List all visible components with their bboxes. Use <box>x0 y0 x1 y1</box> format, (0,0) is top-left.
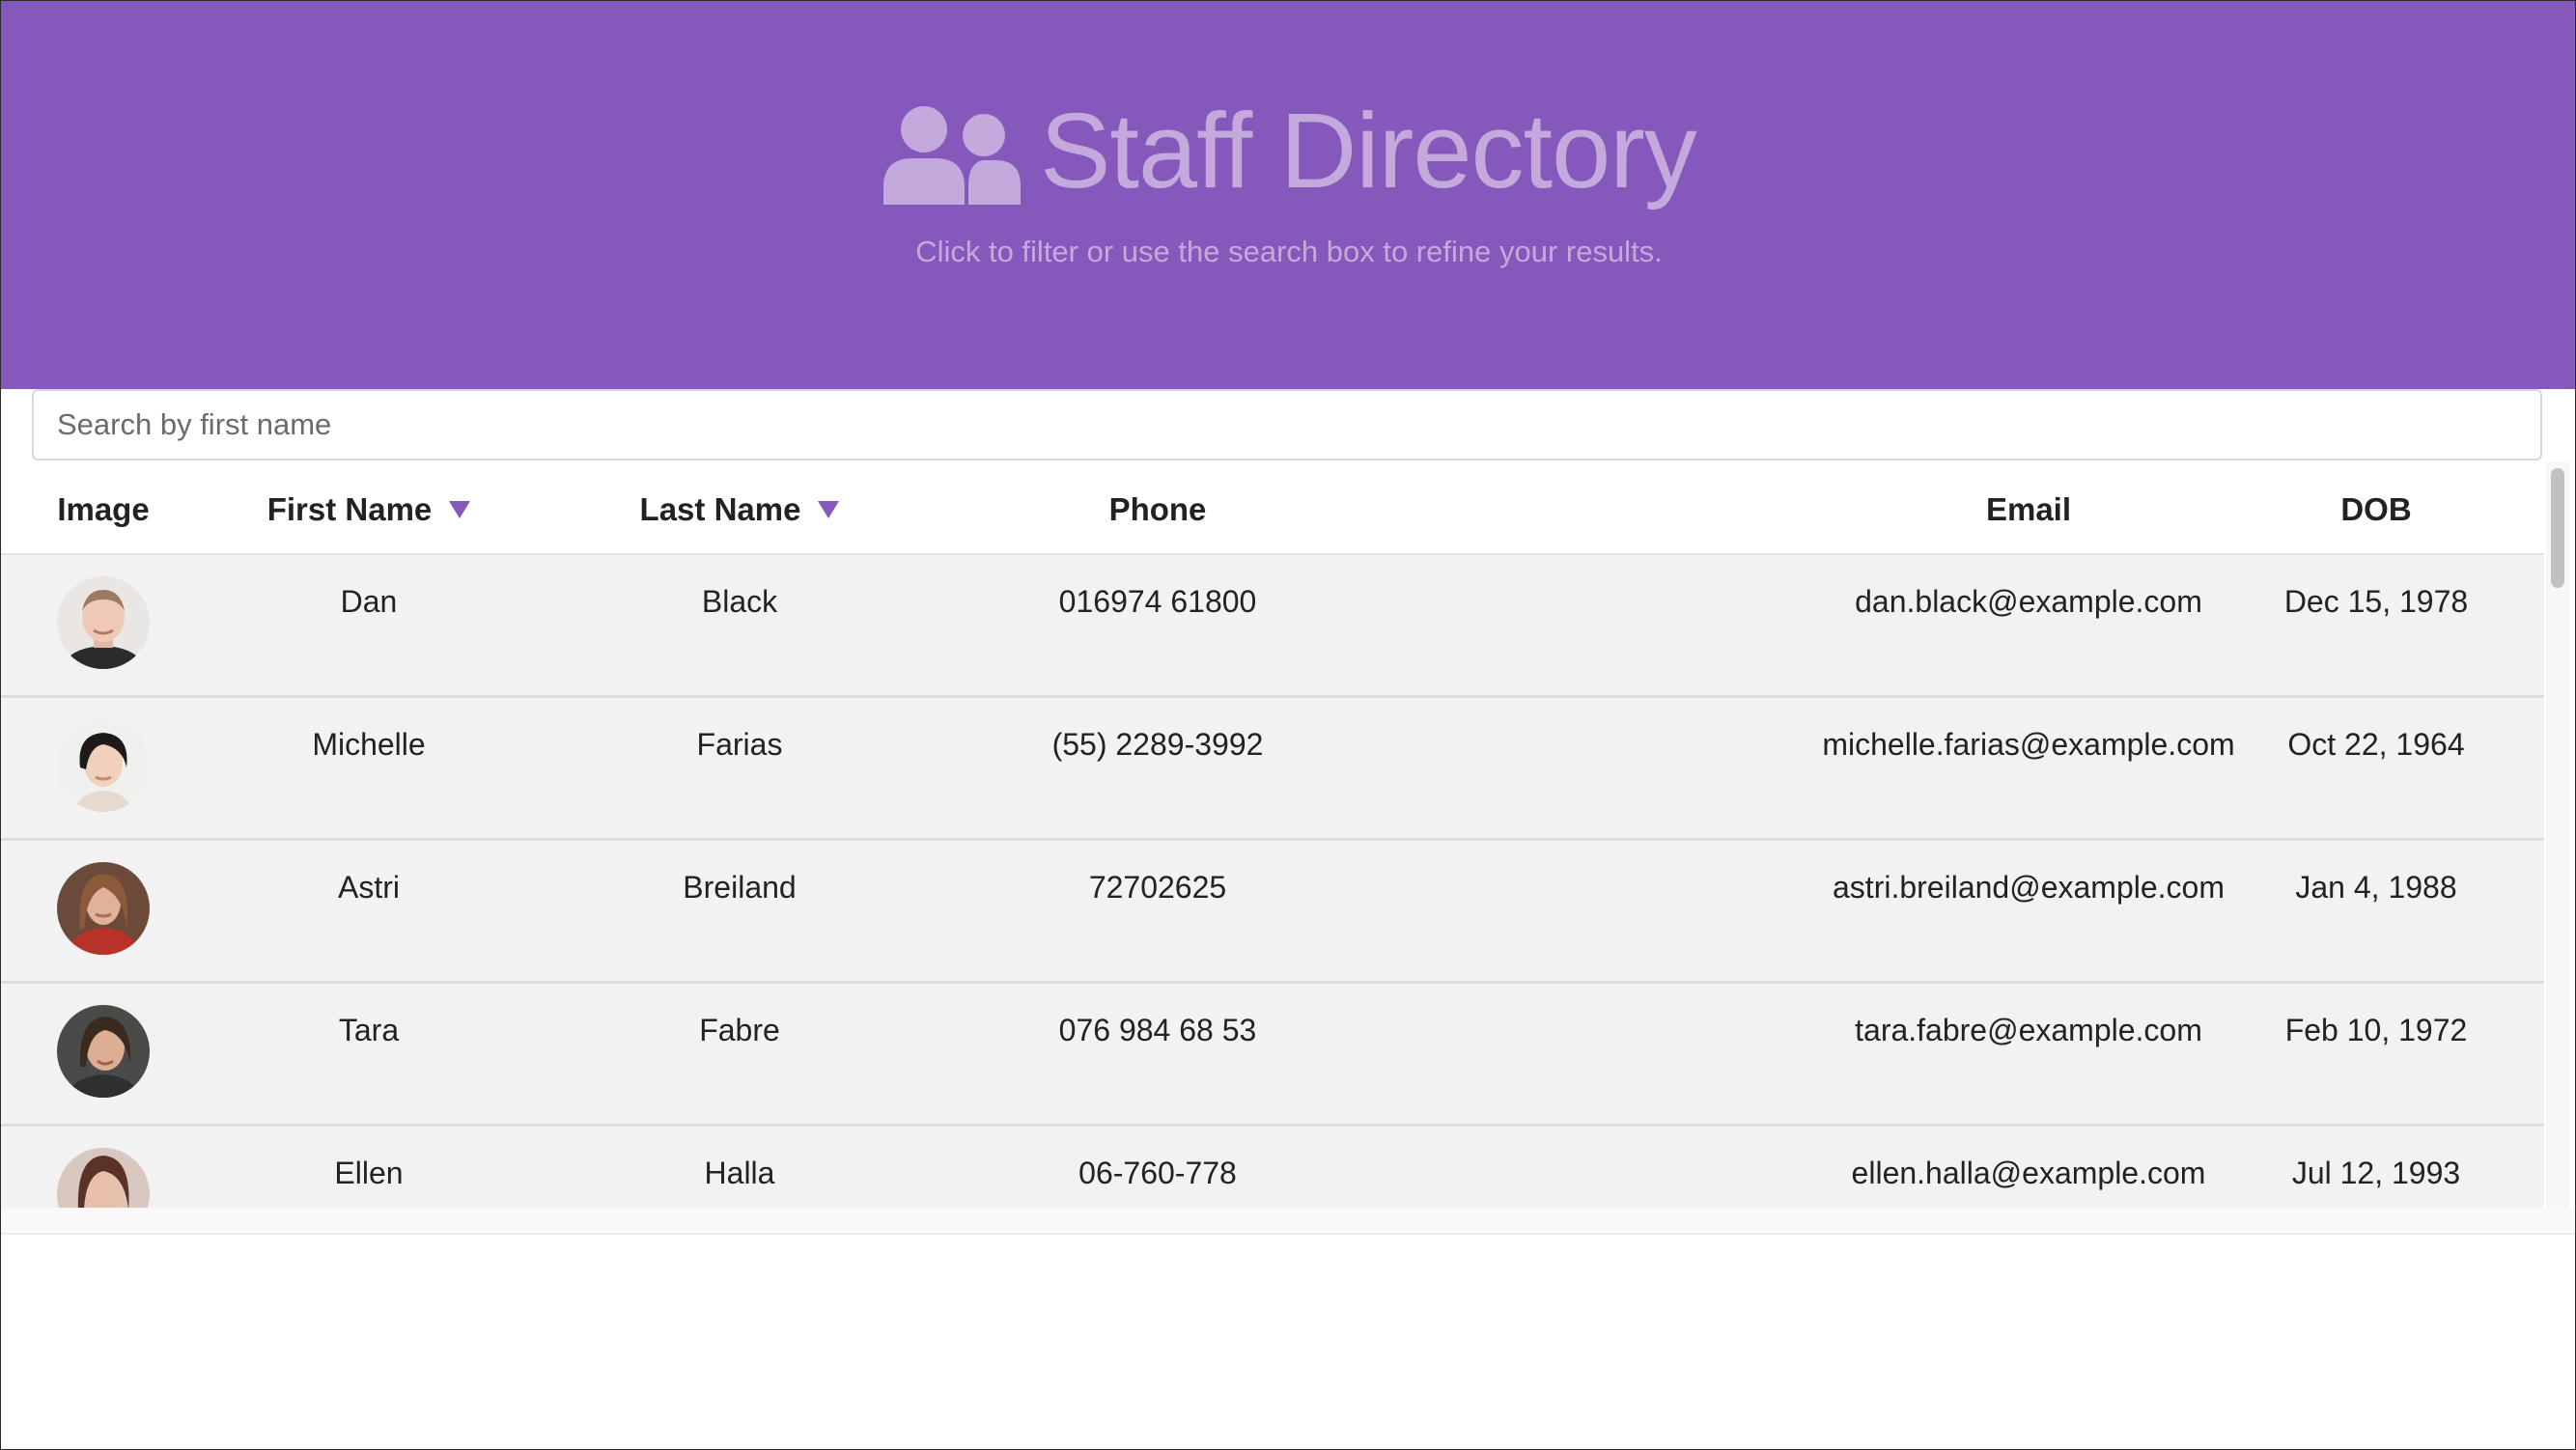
cell-last-name: Breiland <box>683 870 797 905</box>
cell-dob: Feb 10, 1972 <box>2284 1013 2468 1047</box>
woman-portrait-icon <box>57 862 150 955</box>
woman-portrait-icon <box>57 719 150 812</box>
cell-phone: 72702625 <box>1088 870 1227 905</box>
cell-phone: 06-760-778 <box>1078 1156 1237 1190</box>
app-window: Staff Directory Click to filter or use t… <box>0 0 2576 1450</box>
cell-first-name: Astri <box>338 870 400 905</box>
table-row: Dan Black 016974 61800 dan.black@example… <box>1 555 2544 698</box>
column-header-first-name[interactable]: First Name <box>206 491 532 528</box>
table-header: Image First Name Last Name Phone Email D… <box>1 462 2544 555</box>
cell-phone: 016974 61800 <box>1058 584 1257 619</box>
cell-phone: 076 984 68 53 <box>1058 1013 1257 1047</box>
cell-last-name: Farias <box>696 727 783 762</box>
avatar <box>57 1148 150 1208</box>
cell-last-name: Fabre <box>699 1013 780 1047</box>
avatar <box>57 1005 150 1098</box>
page-title: Staff Directory <box>1 84 2575 219</box>
table-row: Astri Breiland 72702625 astri.breiland@e… <box>1 841 2544 984</box>
users-icon <box>883 106 1022 205</box>
cell-dob: Jan 4, 1988 <box>2295 870 2457 905</box>
cell-last-name: Halla <box>704 1156 775 1190</box>
divider <box>1 1233 2575 1235</box>
table-row: Tara Fabre 076 984 68 53 tara.fabre@exam… <box>1 984 2544 1127</box>
avatar <box>57 576 150 669</box>
header-banner: Staff Directory Click to filter or use t… <box>1 1 2575 389</box>
woman-portrait-icon <box>57 1148 150 1208</box>
cell-phone: (55) 2289-3992 <box>1051 727 1264 762</box>
column-header-phone: Phone <box>1108 491 1207 527</box>
cell-dob: Jul 12, 1993 <box>2291 1156 2461 1190</box>
column-header-first-name-label: First Name <box>266 491 433 527</box>
table-row: Ellen Halla 06-760-778 ellen.halla@examp… <box>1 1127 2544 1208</box>
cell-first-name: Ellen <box>334 1156 404 1190</box>
staff-table: Image First Name Last Name Phone Email D… <box>1 462 2544 1208</box>
sort-down-icon[interactable] <box>449 501 471 519</box>
cell-last-name: Black <box>701 584 778 619</box>
table-scrollbar[interactable] <box>2546 462 2569 1208</box>
sort-down-icon[interactable] <box>818 501 840 519</box>
cell-first-name: Michelle <box>312 727 426 762</box>
cell-first-name: Dan <box>340 584 398 619</box>
page-title-text: Staff Directory <box>1040 92 1697 210</box>
column-header-image: Image <box>57 491 150 527</box>
scrollbar-thumb[interactable] <box>2551 468 2564 588</box>
cell-first-name: Tara <box>338 1013 400 1047</box>
table-footer-space <box>1 1208 2575 1233</box>
column-header-dob: DOB <box>2340 491 2412 527</box>
page-subtitle: Click to filter or use the search box to… <box>915 235 1663 268</box>
table-row: Michelle Farias (55) 2289-3992 michelle.… <box>1 698 2544 841</box>
cell-dob: Dec 15, 1978 <box>2283 584 2469 619</box>
search-box <box>32 389 2542 460</box>
column-header-last-name[interactable]: Last Name <box>578 491 901 528</box>
avatar <box>57 719 150 812</box>
cell-dob: Oct 22, 1964 <box>2287 727 2465 762</box>
avatar <box>57 862 150 955</box>
woman-portrait-icon <box>57 1005 150 1098</box>
column-header-last-name-label: Last Name <box>639 491 801 527</box>
search-input[interactable] <box>34 391 2540 459</box>
man-portrait-icon <box>57 576 150 669</box>
